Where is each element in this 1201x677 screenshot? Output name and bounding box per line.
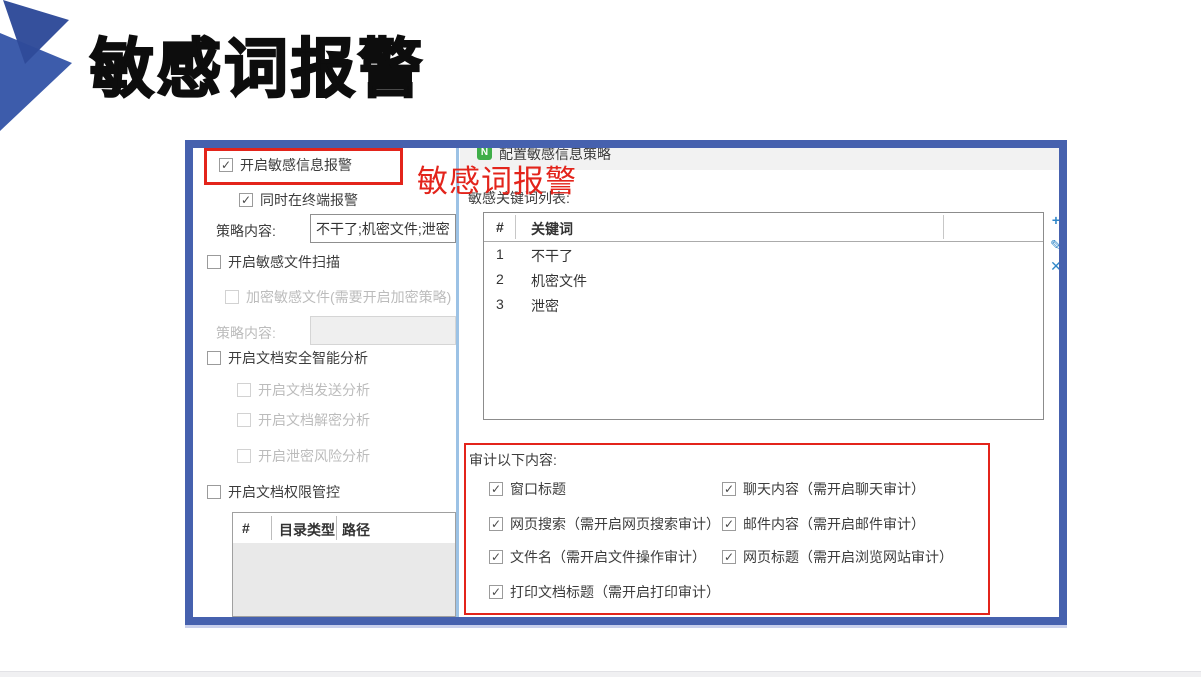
checkbox-icon[interactable]: ✓ (489, 482, 503, 496)
checkbox-label: 聊天内容（需开启聊天审计） (743, 479, 925, 499)
checkbox-label: 文件名（需开启文件操作审计） (510, 547, 706, 567)
keyword-row-number: 3 (496, 296, 504, 312)
audit-checkbox-col2-2[interactable]: ✓ 网页标题（需开启浏览网站审计） (722, 549, 953, 565)
keyword-header-cell: 关键词 (531, 219, 573, 239)
checkbox-icon[interactable]: ✓ (489, 550, 503, 564)
checkbox-label: 打印文档标题（需开启打印审计） (510, 582, 720, 602)
checkbox-label: 窗口标题 (510, 479, 566, 499)
checkbox-label: 开启文档解密分析 (258, 410, 370, 430)
checkbox-label: 网页标题（需开启浏览网站审计） (743, 547, 953, 567)
checkbox-label: 邮件内容（需开启邮件审计） (743, 514, 925, 534)
panel-divider (456, 148, 459, 617)
policy-content-label: 策略内容: (216, 323, 276, 343)
directory-table-body (233, 543, 455, 617)
checkbox-label: 开启泄密风险分析 (258, 446, 370, 466)
checkbox-icon (237, 383, 251, 397)
policy-content-label: 策略内容: (216, 221, 276, 241)
checkbox-icon (237, 449, 251, 463)
audit-checkbox-col1-3[interactable]: ✓ 打印文档标题（需开启打印审计） (489, 584, 720, 600)
keyword-header-cell: # (496, 219, 504, 235)
left-checkbox-row-4: 加密敏感文件(需要开启加密策略) (225, 289, 451, 305)
column-separator (943, 215, 944, 239)
checkbox-label: 开启文档权限管控 (228, 482, 340, 502)
keyword-row[interactable]: 1 不干了 (484, 242, 1043, 267)
directory-table[interactable]: # 目录类型路径 (232, 512, 456, 617)
annotation-highlight-box (204, 148, 403, 185)
checkbox-icon[interactable]: ✓ (239, 193, 253, 207)
left-checkbox-row-1[interactable]: ✓ 同时在终端报警 (239, 192, 358, 208)
keyword-row-word: 机密文件 (531, 271, 587, 291)
directory-header-cell: # (242, 520, 250, 536)
annotation-text: 敏感词报警 (417, 156, 577, 201)
checkbox-label: 网页搜索（需开启网页搜索审计） (510, 514, 720, 534)
checkbox-icon[interactable] (207, 255, 221, 269)
slide-footer-strip (0, 671, 1201, 677)
checkbox-icon[interactable]: ✓ (722, 517, 736, 531)
column-separator (271, 516, 272, 540)
keyword-row[interactable]: 2 机密文件 (484, 267, 1043, 292)
directory-table-header: # 目录类型路径 (233, 513, 455, 543)
checkbox-icon[interactable] (207, 485, 221, 499)
column-separator (515, 215, 516, 239)
audit-checkbox-col1-2[interactable]: ✓ 文件名（需开启文件操作审计） (489, 549, 706, 565)
slide: 敏感词报警 ✓开启敏感信息报警✓同时在终端报警策略内容:不干了;机密文件;泄密开… (0, 0, 1201, 677)
delete-icon[interactable]: ✕ (1048, 258, 1064, 274)
checkbox-label: 加密敏感文件(需要开启加密策略) (246, 287, 451, 307)
add-icon[interactable]: + (1048, 212, 1064, 228)
keyword-row-word: 不干了 (531, 246, 573, 266)
left-checkbox-row-9: 开启泄密风险分析 (237, 448, 370, 464)
column-separator (336, 516, 337, 540)
keyword-table[interactable]: # 关键词 1 不干了 2 机密文件 3 泄密 (483, 212, 1044, 420)
keyword-row-number: 2 (496, 271, 504, 287)
keyword-row-word: 泄密 (531, 296, 559, 316)
directory-header-cell: 路径 (342, 520, 370, 540)
audit-checkbox-col2-1[interactable]: ✓ 邮件内容（需开启邮件审计） (722, 516, 925, 532)
checkbox-label: 同时在终端报警 (260, 190, 358, 210)
checkbox-icon[interactable]: ✓ (489, 517, 503, 531)
left-checkbox-row-10[interactable]: 开启文档权限管控 (207, 484, 340, 500)
left-checkbox-row-7: 开启文档发送分析 (237, 382, 370, 398)
directory-header-cell: 目录类型 (279, 520, 335, 540)
policy-content-field (310, 316, 456, 345)
left-checkbox-row-3[interactable]: 开启敏感文件扫描 (207, 254, 340, 270)
checkbox-label: 开启敏感文件扫描 (228, 252, 340, 272)
page-title: 敏感词报警 (90, 34, 425, 104)
edit-icon[interactable]: ✎ (1048, 237, 1064, 253)
checkbox-icon[interactable] (207, 351, 221, 365)
audit-checkbox-col1-0[interactable]: ✓ 窗口标题 (489, 481, 566, 497)
checkbox-label: 开启文档安全智能分析 (228, 348, 368, 368)
audit-section-label: 审计以下内容: (469, 450, 557, 470)
checkbox-icon[interactable]: ✓ (722, 550, 736, 564)
checkbox-icon (237, 413, 251, 427)
keyword-row[interactable]: 3 泄密 (484, 292, 1043, 317)
checkbox-icon[interactable]: ✓ (722, 482, 736, 496)
audit-section-box: 审计以下内容: ✓窗口标题✓网页搜索（需开启网页搜索审计）✓文件名（需开启文件操… (464, 443, 990, 615)
audit-checkbox-col2-0[interactable]: ✓ 聊天内容（需开启聊天审计） (722, 481, 925, 497)
audit-checkbox-col1-1[interactable]: ✓ 网页搜索（需开启网页搜索审计） (489, 516, 720, 532)
left-checkbox-row-6[interactable]: 开启文档安全智能分析 (207, 350, 368, 366)
keyword-table-header: # 关键词 (484, 213, 1043, 242)
policy-content-field[interactable]: 不干了;机密文件;泄密 (310, 214, 456, 243)
checkbox-icon[interactable]: ✓ (489, 585, 503, 599)
checkbox-label: 开启文档发送分析 (258, 380, 370, 400)
left-checkbox-row-8: 开启文档解密分析 (237, 412, 370, 428)
checkbox-icon (225, 290, 239, 304)
screenshot-frame: ✓开启敏感信息报警✓同时在终端报警策略内容:不干了;机密文件;泄密开启敏感文件扫… (185, 140, 1067, 625)
keyword-row-number: 1 (496, 246, 504, 262)
